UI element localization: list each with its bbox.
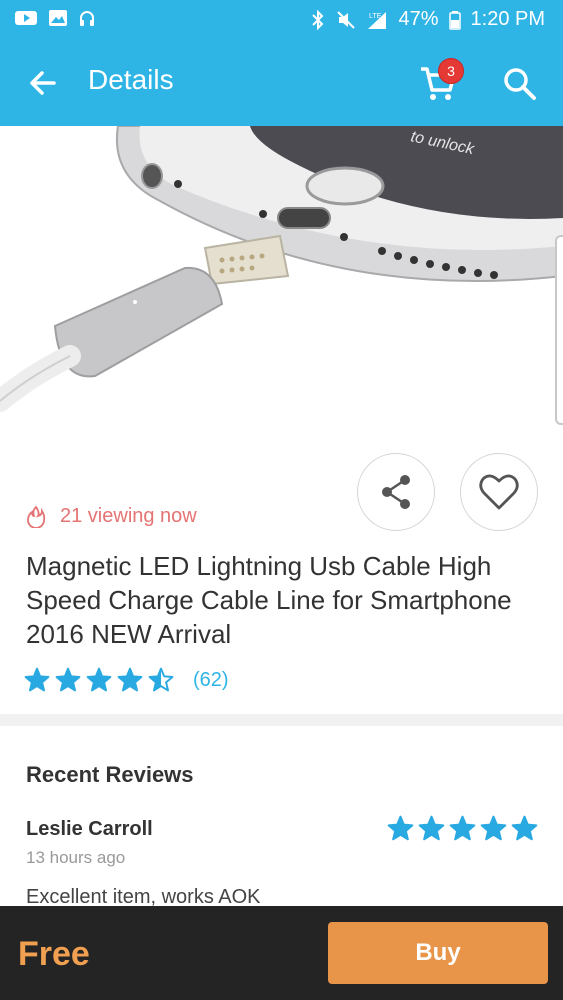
home-button-shape — [305, 166, 385, 206]
headphones-icon — [80, 11, 94, 26]
heart-icon — [479, 474, 519, 510]
back-arrow-icon[interactable] — [22, 62, 64, 104]
share-button[interactable] — [357, 453, 435, 531]
viewing-text: 21 viewing now — [60, 505, 197, 527]
star-icon — [387, 815, 414, 841]
page-title: Details — [88, 64, 174, 95]
review-time: 13 hours ago — [26, 848, 126, 867]
fire-icon — [27, 505, 46, 528]
buy-button[interactable]: Buy — [328, 922, 548, 984]
star-icon — [418, 815, 445, 841]
youtube-icon — [15, 11, 37, 25]
battery-icon — [448, 10, 461, 30]
star-icon — [511, 815, 538, 841]
mute-icon — [337, 10, 356, 29]
product-title: Magnetic LED Lightning Usb Cable High Sp… — [26, 551, 512, 649]
image-scroll-handle[interactable] — [555, 235, 563, 425]
cart-badge: 3 — [438, 58, 464, 84]
reviews-heading: Recent Reviews — [26, 762, 194, 787]
app-bar: Details 3 — [0, 38, 563, 126]
star-icon — [24, 667, 50, 692]
signal-icon: LTE — [368, 11, 387, 29]
status-left-icons — [14, 9, 96, 27]
price-label: Free — [18, 935, 90, 973]
status-bar: LTE 47% 1:20 PM — [0, 0, 563, 38]
svg-text:LTE: LTE — [369, 13, 382, 20]
section-divider — [0, 714, 563, 726]
product-rating[interactable]: (62) — [24, 667, 229, 693]
share-icon — [382, 475, 410, 509]
star-icon — [117, 667, 143, 692]
status-right: LTE 47% 1:20 PM — [310, 8, 545, 31]
battery-percent: 47% — [398, 8, 439, 30]
rating-stars — [24, 667, 179, 693]
bluetooth-icon — [312, 9, 324, 30]
product-photo: to unlock — [0, 126, 563, 412]
rating-count[interactable]: (62) — [193, 669, 229, 692]
product-image[interactable]: to unlock — [0, 126, 563, 456]
image-icon — [49, 10, 67, 26]
star-icon — [55, 667, 81, 692]
star-icon — [449, 815, 476, 841]
review-author: Leslie Carroll — [26, 818, 153, 840]
clock: 1:20 PM — [470, 8, 545, 30]
star-icon — [148, 667, 174, 692]
favorite-button[interactable] — [460, 453, 538, 531]
star-icon — [480, 815, 507, 841]
search-icon[interactable] — [500, 64, 540, 104]
star-icon — [86, 667, 112, 692]
review-stars — [387, 815, 542, 842]
viewing-indicator: 21 viewing now — [26, 505, 197, 528]
